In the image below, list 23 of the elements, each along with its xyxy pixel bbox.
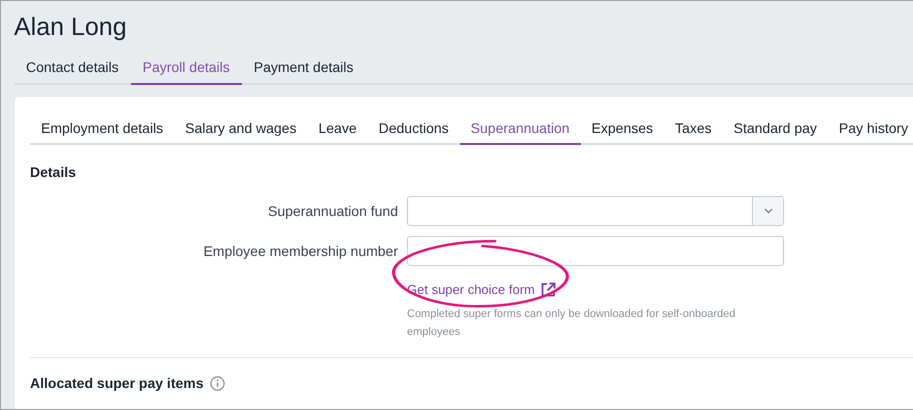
tab[interactable]: Leave	[307, 113, 368, 145]
section-heading: Allocated super pay items	[30, 375, 204, 391]
field-label: Employee membership number	[202, 243, 398, 259]
tab[interactable]: Deductions	[368, 113, 460, 145]
tab[interactable]: Taxes	[664, 113, 723, 145]
input-field[interactable]	[407, 236, 784, 266]
page-title: Alan Long	[14, 12, 128, 43]
tab[interactable]: Pay history	[828, 113, 913, 145]
dropdown-field[interactable]	[407, 196, 784, 226]
external-link-icon	[540, 282, 556, 297]
tab[interactable]: Expenses	[580, 113, 664, 145]
tab[interactable]: Salary and wages	[174, 113, 308, 145]
tab[interactable]: Employment details	[30, 113, 174, 145]
help-text: Completed super forms can only be downloaded for self-onboarded employees	[407, 307, 736, 340]
chevron-down-icon	[764, 208, 772, 214]
tab[interactable]: Payroll details	[130, 53, 242, 85]
tab[interactable]: Contact details	[14, 53, 131, 85]
info-icon	[210, 376, 225, 390]
tab[interactable]: Superannuation	[460, 113, 581, 145]
field-label: Superannuation fund	[267, 203, 398, 219]
section-heading: Details	[30, 164, 77, 180]
tab[interactable]: Payment details	[242, 53, 366, 85]
tab[interactable]: Standard pay	[722, 113, 828, 145]
